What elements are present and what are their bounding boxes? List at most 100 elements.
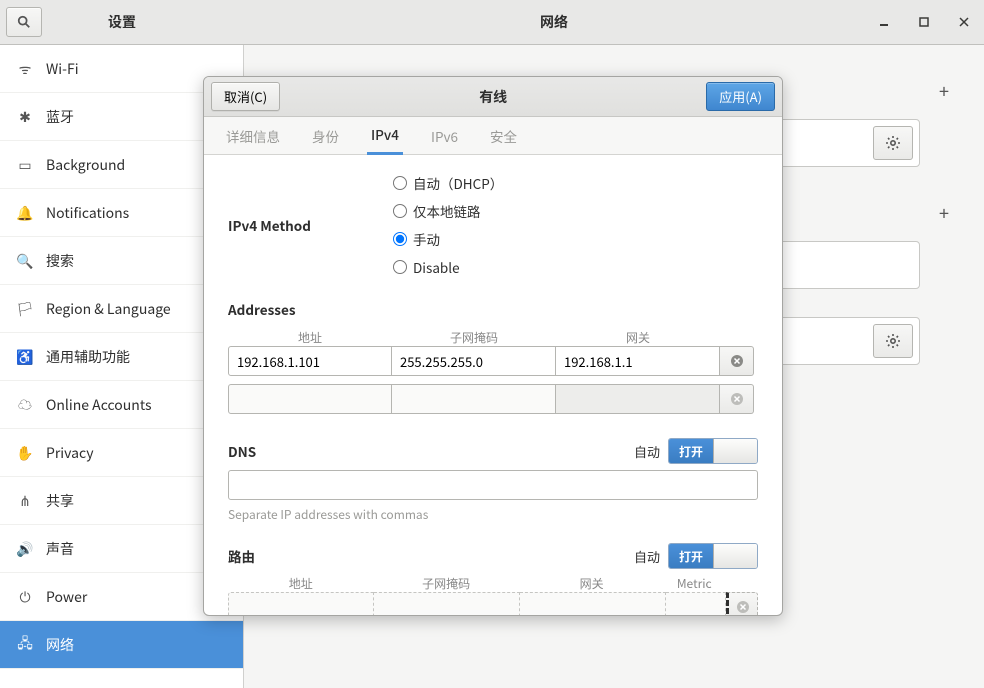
wired-settings-button[interactable] — [873, 126, 913, 160]
rcol-address: 地址 — [228, 575, 373, 592]
delete-address-button[interactable] — [720, 384, 754, 414]
ipv4-method-label: IPv4 Method — [228, 215, 393, 235]
power-icon: ⏻ — [14, 587, 36, 607]
route-address-input[interactable] — [228, 592, 374, 615]
col-gateway: 网关 — [556, 329, 720, 346]
tab-ipv4[interactable]: IPv4 — [367, 116, 403, 155]
tab-security[interactable]: 安全 — [486, 118, 521, 154]
radio-disable[interactable]: Disable — [393, 257, 583, 277]
radio-manual-input[interactable] — [393, 232, 407, 246]
region-icon: 🏳 — [14, 299, 36, 319]
switch-on-label: 打开 — [669, 544, 713, 568]
routes-auto-switch[interactable]: 打开 — [668, 543, 758, 569]
add-wired-button[interactable]: + — [926, 73, 962, 109]
minimize-icon — [879, 17, 889, 27]
apply-button[interactable]: 应用(A) — [706, 82, 775, 111]
close-button[interactable] — [944, 0, 984, 45]
sidebar-label: Wi-Fi — [46, 59, 79, 79]
tab-identity[interactable]: 身份 — [308, 118, 343, 154]
sidebar-label: Online Accounts — [46, 395, 152, 415]
ipv4-method-group: 自动（DHCP） 仅本地链路 手动 Disable — [393, 173, 758, 277]
radio-link-local[interactable]: 仅本地链路 — [393, 201, 583, 221]
wifi-icon: ᯤ — [14, 59, 36, 79]
tab-ipv6[interactable]: IPv6 — [427, 118, 462, 154]
gateway-input[interactable] — [556, 384, 720, 414]
panel-title: 网络 — [244, 12, 864, 32]
delete-route-button[interactable] — [726, 592, 758, 615]
delete-icon — [730, 354, 744, 368]
radio-label: 自动（DHCP） — [413, 173, 503, 193]
address-input[interactable] — [228, 384, 392, 414]
radio-disable-input[interactable] — [393, 260, 407, 274]
speaker-icon: 🔊 — [14, 539, 36, 559]
search-icon: 🔍 — [14, 251, 36, 271]
netmask-input[interactable] — [392, 346, 556, 376]
rcol-gateway: 网关 — [519, 575, 664, 592]
address-input[interactable] — [228, 346, 392, 376]
accessibility-icon: ♿ — [14, 347, 36, 367]
dialog-title: 有线 — [479, 87, 507, 107]
bell-icon: 🔔 — [14, 203, 36, 223]
add-vpn-button[interactable]: + — [926, 195, 962, 231]
dialog-tabs: 详细信息 身份 IPv4 IPv6 安全 — [204, 117, 782, 155]
tab-details[interactable]: 详细信息 — [222, 118, 284, 154]
dns-input[interactable] — [228, 470, 758, 500]
route-metric-input[interactable] — [666, 592, 726, 615]
rcol-netmask: 子网掩码 — [373, 575, 518, 592]
address-row-empty — [228, 384, 758, 414]
sidebar-label: 通用辅助功能 — [46, 347, 130, 367]
dns-auto-toggle: 自动 打开 — [634, 438, 758, 464]
route-gateway-input[interactable] — [520, 592, 666, 615]
gear-icon — [885, 135, 901, 151]
routes-auto-label: 自动 — [634, 547, 660, 566]
delete-icon — [730, 392, 744, 406]
radio-dhcp-input[interactable] — [393, 176, 407, 190]
dns-hint: Separate IP addresses with commas — [228, 506, 758, 523]
proxy-settings-button[interactable] — [873, 324, 913, 358]
close-icon — [959, 17, 969, 27]
sidebar-label: Region & Language — [46, 299, 171, 319]
sidebar-label: 蓝牙 — [46, 107, 74, 127]
radio-manual[interactable]: 手动 — [393, 229, 583, 249]
delete-icon — [736, 600, 750, 614]
switch-on-label: 打开 — [669, 439, 713, 463]
route-row — [228, 592, 758, 615]
sidebar-label: 搜索 — [46, 251, 74, 271]
dns-auto-switch[interactable]: 打开 — [668, 438, 758, 464]
cloud-icon: ☁ — [14, 395, 36, 415]
switch-knob — [713, 439, 757, 463]
netmask-input[interactable] — [392, 384, 556, 414]
dialog-body: IPv4 Method 自动（DHCP） 仅本地链路 手动 Disable Ad… — [204, 155, 782, 615]
sidebar-label: Power — [46, 587, 87, 607]
sidebar-label: 网络 — [46, 635, 74, 655]
route-netmask-input[interactable] — [374, 592, 520, 615]
sidebar-label: Privacy — [46, 443, 94, 463]
maximize-icon — [919, 17, 929, 27]
maximize-button[interactable] — [904, 0, 944, 45]
gear-icon — [885, 333, 901, 349]
dialog-header: 取消(C) 有线 应用(A) — [204, 77, 782, 117]
radio-link-local-input[interactable] — [393, 204, 407, 218]
background-icon: ▭ — [14, 155, 36, 175]
col-address: 地址 — [228, 329, 392, 346]
sidebar-item-network[interactable]: 🖧 网络 — [0, 621, 243, 669]
share-icon: ⋔ — [14, 491, 36, 511]
route-column-headers: 地址 子网掩码 网关 Metric — [228, 575, 758, 592]
connection-editor-dialog: 取消(C) 有线 应用(A) 详细信息 身份 IPv4 IPv6 安全 IPv4… — [203, 76, 783, 616]
address-row — [228, 346, 758, 376]
rcol-metric: Metric — [664, 575, 724, 592]
routes-title: 路由 — [228, 546, 255, 566]
delete-address-button[interactable] — [720, 346, 754, 376]
minimize-button[interactable] — [864, 0, 904, 45]
window-controls — [864, 0, 984, 44]
network-icon: 🖧 — [14, 633, 36, 657]
hand-icon: ✋ — [14, 443, 36, 463]
sidebar-label: 声音 — [46, 539, 74, 559]
address-column-headers: 地址 子网掩码 网关 — [228, 329, 758, 346]
gateway-input[interactable] — [556, 346, 720, 376]
sidebar-label: Notifications — [46, 203, 129, 223]
titlebar: 设置 网络 — [0, 0, 984, 45]
cancel-button[interactable]: 取消(C) — [211, 82, 280, 111]
dns-title: DNS — [228, 441, 256, 461]
radio-dhcp[interactable]: 自动（DHCP） — [393, 173, 583, 193]
